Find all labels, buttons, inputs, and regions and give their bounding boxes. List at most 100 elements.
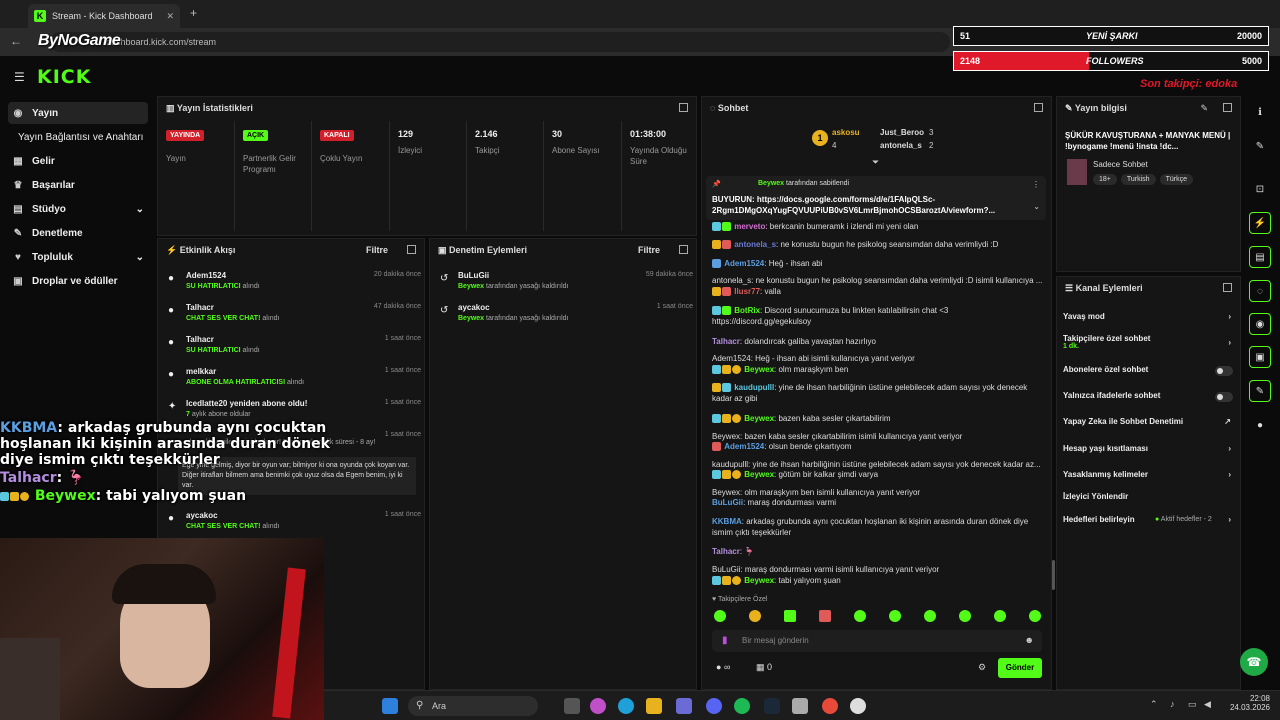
points-display[interactable]: ● ∞ (716, 662, 730, 672)
task-view-icon[interactable] (564, 698, 580, 714)
kick-logo[interactable]: KICK (37, 66, 91, 88)
windows-start-icon[interactable] (382, 698, 398, 714)
edit-icon[interactable]: ✎ (1249, 135, 1271, 157)
filter-button[interactable]: Filtre (366, 245, 388, 255)
sidebar-item-studyo[interactable]: ▤ Stüdyo ⌄ (8, 198, 148, 220)
chat-user[interactable]: Beywex (744, 365, 774, 374)
chat-user[interactable]: Beywex (744, 470, 774, 479)
menu-icon[interactable]: ☰ (14, 70, 25, 84)
obs-icon[interactable] (850, 698, 866, 714)
community-icon[interactable]: ● (1249, 414, 1271, 436)
emote-icon[interactable] (819, 610, 831, 622)
chat-user[interactable]: kaudupulll (734, 383, 774, 392)
edit-icon[interactable]: ✎ (1200, 103, 1208, 114)
emote-icon[interactable] (784, 610, 796, 622)
chat-user[interactable]: Talhacr (712, 337, 740, 346)
chat-user[interactable]: BotRix (734, 306, 760, 315)
broadcast-icon[interactable]: ◉ (1249, 313, 1271, 335)
tab-close-icon[interactable]: ✕ (166, 11, 174, 22)
scan-icon[interactable]: ⊡ (1249, 178, 1271, 200)
chat-user[interactable]: Adem1524 (724, 442, 764, 451)
back-icon[interactable]: ← (10, 34, 22, 48)
chat-user[interactable]: antonela_s (734, 240, 776, 249)
mod-icon[interactable]: ▣ (1249, 346, 1271, 368)
filter-button[interactable]: Filtre (638, 245, 660, 255)
emote-only-row[interactable]: Yalnızca ifadelerle sohbet (1063, 391, 1233, 405)
sidebar-item-droplar[interactable]: ▣ Droplar ve ödüller (8, 270, 148, 292)
info-icon[interactable]: ℹ (1249, 101, 1271, 123)
slow-mode-row[interactable]: Yavaş mod › (1063, 312, 1233, 326)
emote-icon[interactable] (994, 610, 1006, 622)
popout-icon[interactable] (1034, 103, 1043, 112)
gift-display[interactable]: ▦ 0 (756, 662, 772, 673)
chat-scrollbar[interactable] (1052, 560, 1055, 590)
emote-icon[interactable] (959, 610, 971, 622)
pinned-text[interactable]: BUYURUN: https://docs.google.com/forms/d… (712, 194, 1022, 216)
chat-user[interactable]: KKBMA (712, 517, 742, 526)
chat-user[interactable]: Beywex (744, 414, 774, 423)
sidebar-item-denetleme[interactable]: ✎ Denetleme (8, 222, 148, 244)
sidebar-item-stream-key[interactable]: Yayın Bağlantısı ve Anahtarı (14, 126, 154, 148)
taskbar-search[interactable]: ⚲ Ara (408, 696, 538, 716)
toggle-switch[interactable] (1215, 392, 1233, 402)
emote-icon[interactable] (1029, 610, 1041, 622)
steam-icon[interactable] (764, 698, 780, 714)
clipboard-icon[interactable]: ▤ (1249, 246, 1271, 268)
mic-icon[interactable]: ▮ (722, 635, 728, 646)
sidebar-item-topluluk[interactable]: ♥ Topluluk ⌄ (8, 246, 148, 268)
chat-icon[interactable]: ◌ (1249, 280, 1271, 302)
copilot-icon[interactable] (590, 698, 606, 714)
support-chat-icon[interactable]: ☎ (1240, 648, 1268, 676)
banned-words-row[interactable]: Yasaklanmış kelimeler › (1063, 470, 1233, 484)
top-chatter-name[interactable]: Just_Beroo (880, 128, 924, 137)
collapse-icon[interactable]: ⏷ (872, 157, 879, 168)
account-age-row[interactable]: Hesap yaşı kısıtlaması › (1063, 444, 1233, 458)
emoji-icon[interactable]: ☻ (1025, 635, 1034, 645)
emote-icon[interactable] (854, 610, 866, 622)
spotify-icon[interactable] (734, 698, 750, 714)
toggle-switch[interactable] (1215, 366, 1233, 376)
more-icon[interactable]: ⋮ (1032, 180, 1040, 189)
app-icon[interactable] (792, 698, 808, 714)
tag[interactable]: 18+ (1093, 174, 1117, 185)
emote-icon[interactable] (749, 610, 761, 622)
goals-row[interactable]: Hedefleri belirleyin ● Aktif hedefler - 2… (1063, 515, 1233, 529)
network-icon[interactable]: ▭ (1188, 699, 1197, 710)
discord-icon[interactable] (706, 698, 722, 714)
sidebar-item-basarilar[interactable]: ♛ Başarılar (8, 174, 148, 196)
chat-user[interactable]: Talhacr (712, 547, 740, 556)
popout-icon[interactable] (1223, 283, 1232, 292)
edge-icon[interactable] (618, 698, 634, 714)
popout-icon[interactable] (407, 245, 416, 254)
emote-icon[interactable] (889, 610, 901, 622)
chat-user[interactable]: Adem1524 (724, 259, 764, 268)
chat-input[interactable]: ▮ Bir mesaj gönderin ☻ (712, 630, 1042, 652)
chevron-down-icon[interactable]: ⌄ (1033, 202, 1040, 211)
sidebar-item-gelir[interactable]: ▦ Gelir (8, 150, 148, 172)
wrench-icon[interactable]: ✎ (1249, 380, 1271, 402)
chat-user[interactable]: BuLuGii (712, 498, 743, 507)
clock[interactable]: 22:08 24.03.2026 (1226, 694, 1270, 712)
chat-user[interactable]: merveto (734, 222, 765, 231)
chat-user[interactable]: Beywex (744, 576, 774, 585)
url-field[interactable]: dashboard.kick.com/stream (50, 32, 950, 52)
emote-icon[interactable] (714, 610, 726, 622)
volume-icon[interactable]: ◀ (1204, 699, 1211, 710)
gear-icon[interactable]: ⚙ (978, 662, 986, 673)
raid-row[interactable]: İzleyici Yönlendir (1063, 492, 1233, 506)
emote-icon[interactable] (924, 610, 936, 622)
send-button[interactable]: Gönder (998, 658, 1042, 678)
followers-only-row[interactable]: Takipçilere özel sohbet 1 dk. › (1063, 334, 1233, 354)
ai-moderation-row[interactable]: Yapay Zeka ile Sohbet Denetimi ↗ (1063, 417, 1233, 431)
popout-icon[interactable] (1223, 103, 1232, 112)
bolt-icon[interactable]: ⚡ (1249, 212, 1271, 234)
tag[interactable]: Türkçe (1159, 174, 1193, 185)
file-explorer-icon[interactable] (646, 698, 662, 714)
top-chatter-name[interactable]: askosu (832, 128, 860, 137)
chrome-icon[interactable] (822, 698, 838, 714)
popout-icon[interactable] (679, 103, 688, 112)
tag[interactable]: Turkish (1120, 174, 1156, 185)
store-icon[interactable] (676, 698, 692, 714)
popout-icon[interactable] (679, 245, 688, 254)
top-chatter-name[interactable]: antonela_s (880, 141, 922, 150)
